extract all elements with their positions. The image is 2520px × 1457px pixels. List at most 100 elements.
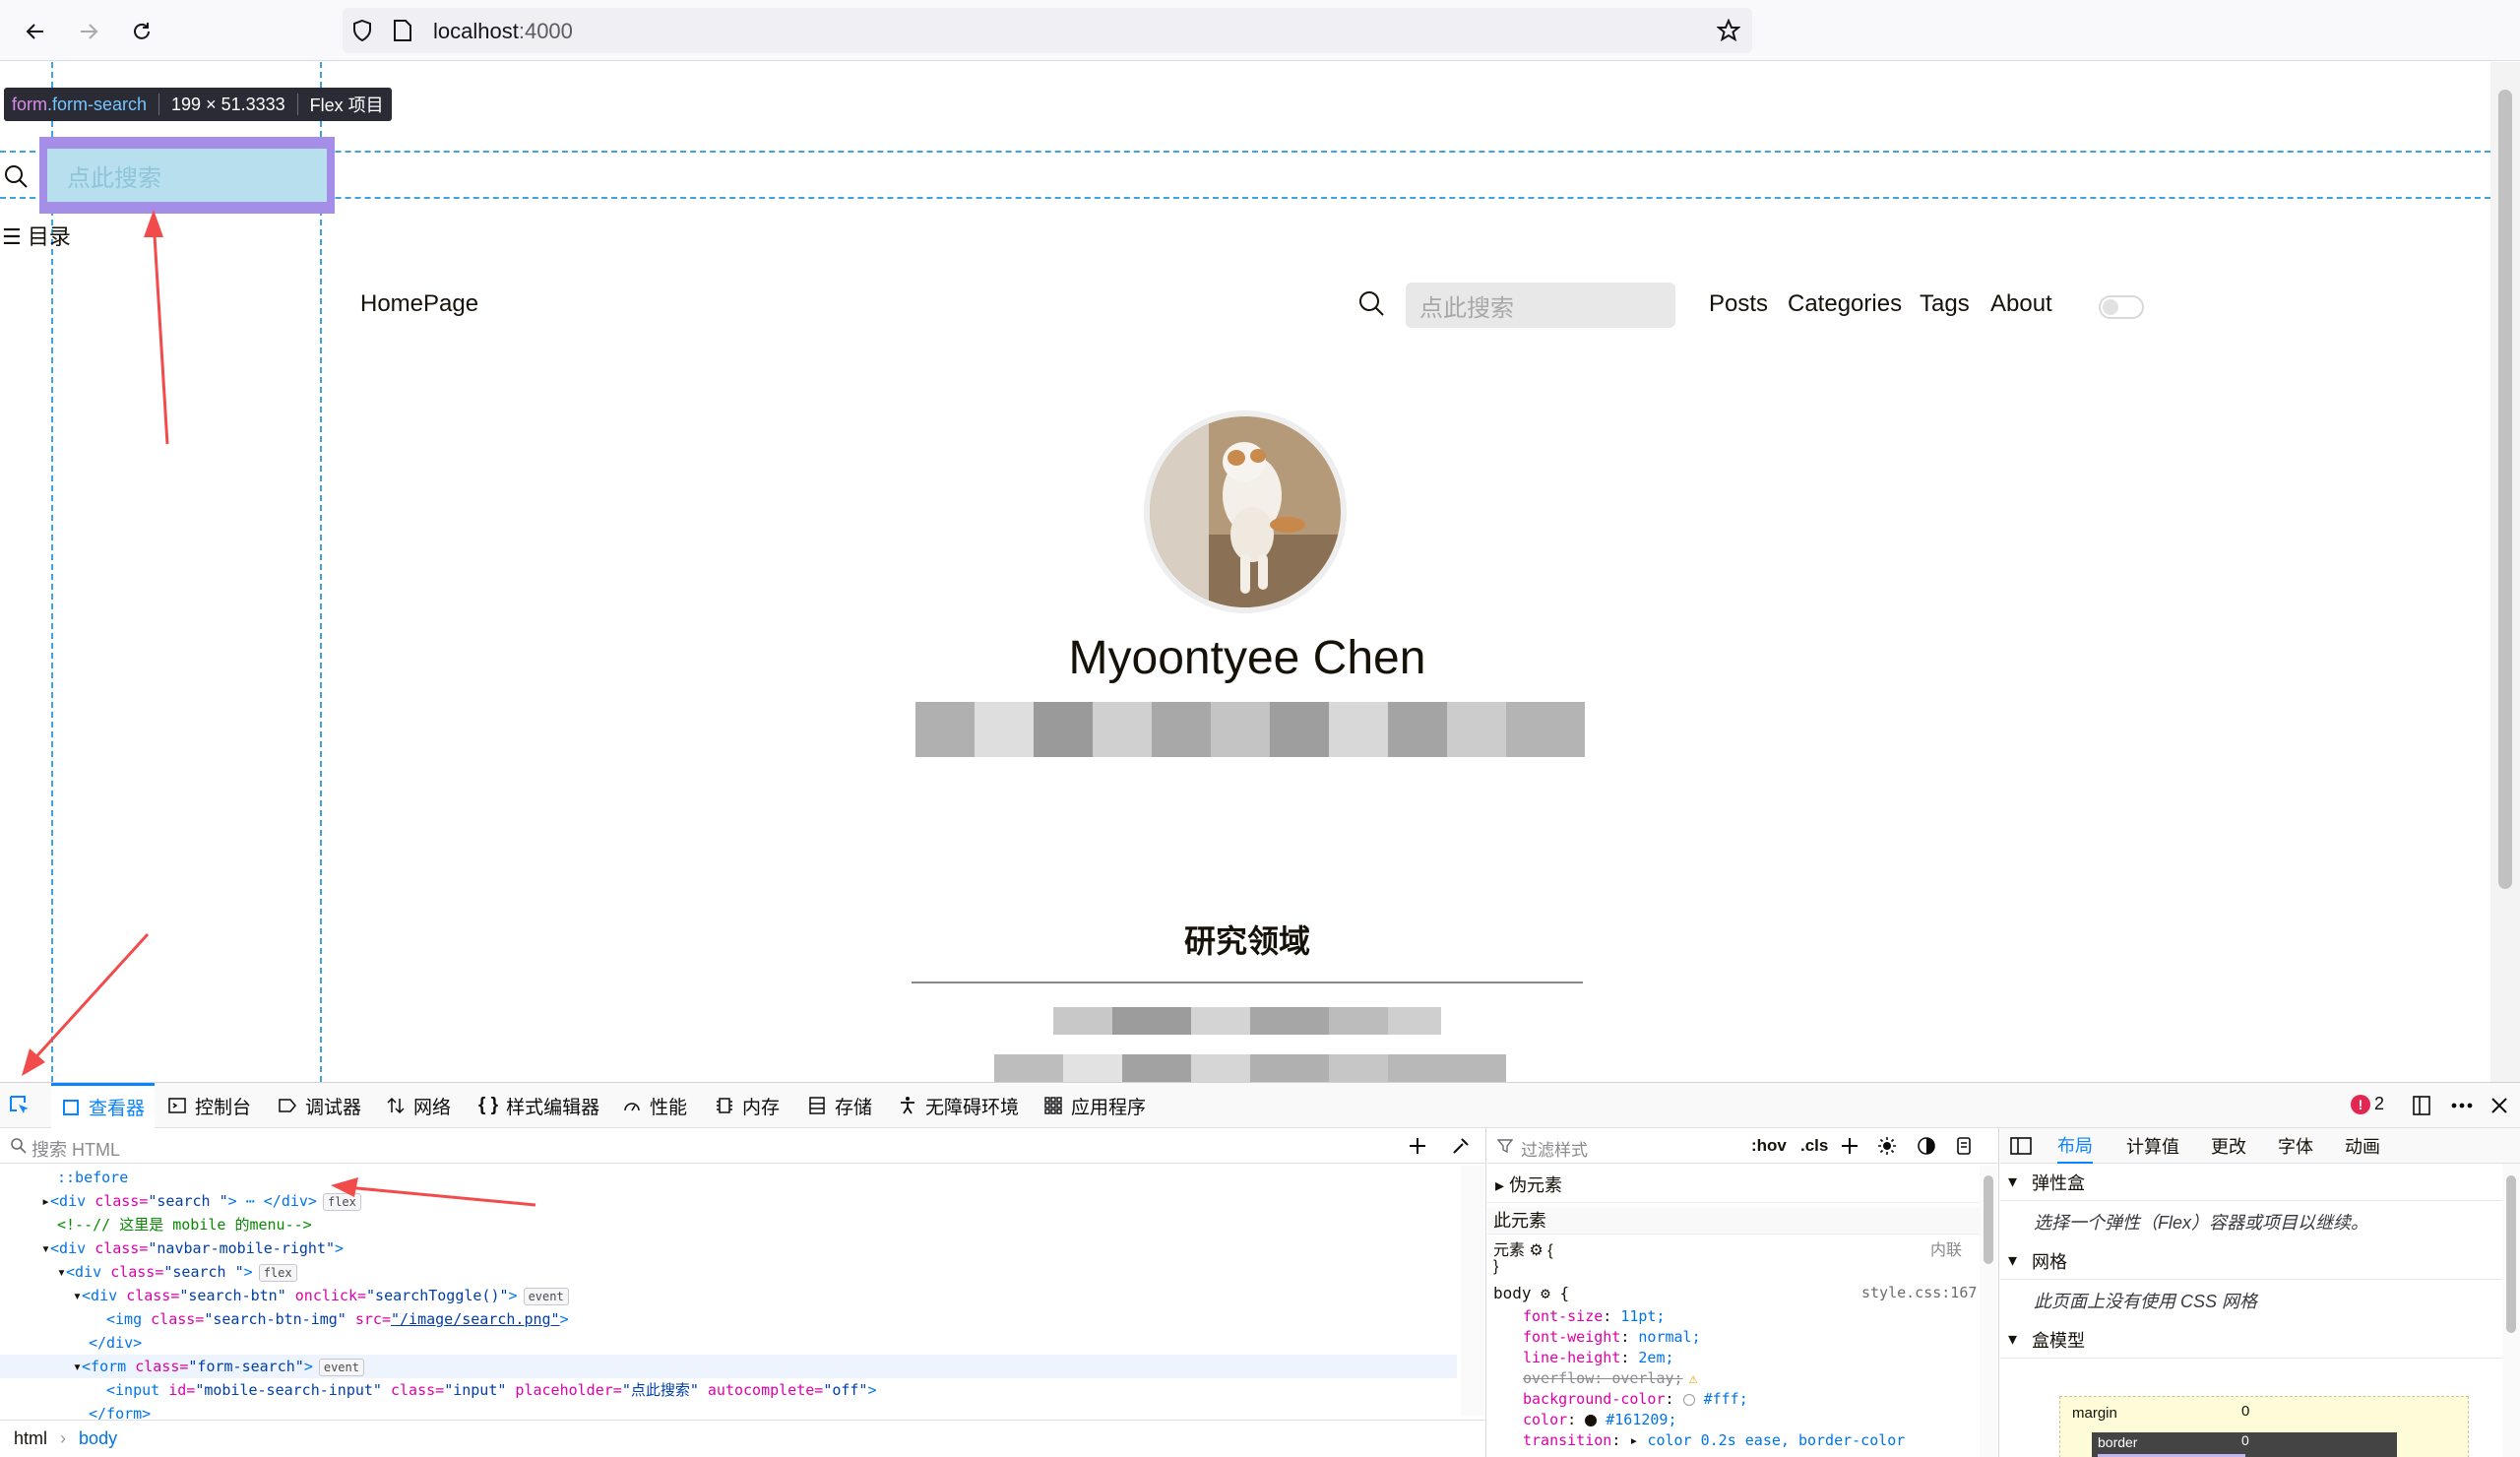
margin-value[interactable]: 0	[2241, 1403, 2249, 1420]
hov-toggle[interactable]: :hov	[1751, 1136, 1787, 1156]
breadcrumb-separator: ›	[60, 1428, 67, 1448]
breadcrumb-item-body[interactable]: body	[79, 1428, 117, 1448]
color-swatch[interactable]	[1585, 1414, 1598, 1426]
flexbox-section-toggle[interactable]: ▾ 弹性盒	[2000, 1164, 2502, 1201]
warning-icon[interactable]: ⚠	[1689, 1369, 1698, 1387]
print-media-icon[interactable]	[1954, 1136, 1974, 1156]
back-button[interactable]	[18, 14, 53, 49]
box-model-diagram: margin 0 border 0	[2059, 1396, 2469, 1457]
css-declaration-invalid[interactable]: overflow: overlay; ⚠	[1523, 1369, 1698, 1387]
breadcrumb-item-html[interactable]: html	[14, 1428, 47, 1448]
tab-label: 存储	[835, 1097, 873, 1118]
color-swatch[interactable]	[1682, 1393, 1695, 1406]
css-declaration[interactable]: font-size: 11pt;	[1523, 1307, 1666, 1325]
devtools-panel: 查看器 控制台 调试器 网络 { } 样式编辑器 性能 内存 存储 无障碍环境 应…	[0, 1082, 2520, 1457]
author-name: Myoontyee Chen	[1068, 632, 1426, 684]
gear-icon[interactable]: ⚙	[1529, 1242, 1543, 1259]
layout-sidebar: 布局 计算值 更改 字体 动画 ▾ 弹性盒 选择一个弹性（Flex）容器或项目以继…	[2000, 1128, 2520, 1457]
margin-label: margin	[2072, 1405, 2117, 1422]
cls-toggle[interactable]: .cls	[1800, 1136, 1828, 1156]
nav-home-link[interactable]: HomePage	[360, 290, 478, 318]
arrow-right-icon	[81, 24, 98, 39]
close-icon[interactable]	[2488, 1095, 2510, 1116]
dock-side-icon[interactable]	[2410, 1094, 2433, 1117]
browser-toolbar: localhost:4000	[0, 0, 2520, 61]
search-input[interactable]: 点此搜索	[1406, 283, 1675, 328]
nav-link-tags[interactable]: Tags	[1920, 290, 1970, 318]
markup-scrollbar[interactable]	[1461, 1166, 1484, 1416]
console-icon	[167, 1096, 187, 1115]
tab-label: 无障碍环境	[925, 1097, 1020, 1118]
this-element-header: 此元素	[1487, 1207, 1980, 1235]
boxmodel-section-toggle[interactable]: ▾ 盒模型	[2000, 1321, 2502, 1359]
tab-animations[interactable]: 动画	[2345, 1128, 2380, 1164]
tab-label: 网络	[413, 1097, 452, 1118]
pseudo-elements-toggle[interactable]: ▸ 伪元素	[1487, 1172, 1980, 1203]
border-value[interactable]: 0	[2241, 1432, 2249, 1448]
rules-filter-input[interactable]: 过滤样式	[1521, 1136, 1588, 1161]
forward-button[interactable]	[71, 14, 106, 49]
more-options-icon[interactable]	[2449, 1094, 2475, 1117]
avatar-photo	[1150, 416, 1341, 607]
grid-section-toggle[interactable]: ▾ 网格	[2000, 1242, 2502, 1280]
devtools-toolbar: 查看器 控制台 调试器 网络 { } 样式编辑器 性能 内存 存储 无障碍环境 应…	[0, 1083, 2520, 1128]
gear-icon[interactable]: ⚙	[1541, 1284, 1550, 1302]
css-declaration[interactable]: transition: ▸ color 0.2s ease, border-co…	[1523, 1431, 1905, 1449]
tab-console[interactable]: 控制台	[167, 1083, 251, 1128]
nav-link-categories[interactable]: Categories	[1788, 290, 1902, 318]
tab-debugger[interactable]: 调试器	[278, 1083, 361, 1128]
error-counter[interactable]: ! 2	[2351, 1094, 2384, 1114]
theme-toggle[interactable]	[2099, 295, 2144, 319]
tab-fonts[interactable]: 字体	[2278, 1128, 2313, 1164]
body-rule[interactable]: body ⚙ {style.css:167	[1487, 1284, 1980, 1302]
layout-scrollbar[interactable]	[2502, 1164, 2520, 1457]
breadcrumb: html › body	[0, 1420, 1486, 1457]
css-declaration[interactable]: color: #161209;	[1523, 1411, 1677, 1428]
tab-accessibility[interactable]: 无障碍环境	[898, 1083, 1019, 1128]
dark-scheme-icon[interactable]	[1917, 1136, 1936, 1156]
redacted-text-line	[994, 1054, 1506, 1082]
css-declaration[interactable]: background-color: #fff;	[1523, 1390, 1748, 1408]
tab-memory[interactable]: 内存	[715, 1083, 780, 1128]
section-title: 研究领域	[1183, 923, 1310, 959]
reload-button[interactable]	[124, 14, 159, 49]
css-declaration[interactable]: line-height: 2em;	[1523, 1349, 1674, 1366]
css-declaration[interactable]: font-weight: normal;	[1523, 1328, 1701, 1346]
page-scrollbar[interactable]	[2490, 62, 2520, 1082]
address-bar[interactable]: localhost:4000	[343, 8, 1752, 53]
tab-application[interactable]: 应用程序	[1043, 1083, 1146, 1128]
tab-layout[interactable]: 布局	[2057, 1128, 2093, 1164]
grid-icon	[1043, 1096, 1063, 1115]
network-icon	[386, 1096, 406, 1115]
expand-arrow-icon[interactable]: ▸	[1629, 1431, 1638, 1449]
tab-label: 内存	[742, 1097, 781, 1118]
tab-performance[interactable]: 性能	[622, 1083, 687, 1128]
redacted-text-line	[1053, 1007, 1441, 1035]
add-rule-icon[interactable]	[1840, 1136, 1859, 1156]
tab-inspector[interactable]: 查看器	[51, 1083, 156, 1128]
search-icon[interactable]	[1356, 288, 1386, 318]
tab-computed[interactable]: 计算值	[2126, 1128, 2179, 1164]
tab-changes[interactable]: 更改	[2211, 1128, 2246, 1164]
section-divider	[912, 982, 1583, 983]
tab-label: 调试器	[305, 1097, 362, 1118]
tab-network[interactable]: 网络	[386, 1083, 451, 1128]
tab-style-editor[interactable]: { } 样式编辑器	[478, 1083, 599, 1128]
tab-storage[interactable]: 存储	[807, 1083, 872, 1128]
element-picker-button[interactable]	[8, 1083, 32, 1128]
body-selector: body	[1493, 1284, 1532, 1302]
bookmark-star-icon[interactable]	[1717, 19, 1740, 42]
toggle-sidebar-icon[interactable]	[2010, 1136, 2032, 1156]
url-text: localhost:4000	[433, 19, 573, 44]
page-scroll-thumb[interactable]	[2498, 90, 2512, 889]
nav-link-posts[interactable]: Posts	[1709, 290, 1768, 318]
stylesheet-link[interactable]: style.css:167	[1861, 1284, 1977, 1301]
nav-link-about[interactable]: About	[1990, 290, 2052, 318]
avatar	[1144, 411, 1347, 613]
expand-arrow-icon: ▸	[1495, 1175, 1505, 1195]
element-rule[interactable]: 元素 ⚙ {内联	[1487, 1236, 1980, 1260]
light-scheme-icon[interactable]	[1877, 1136, 1897, 1156]
memory-icon	[715, 1096, 734, 1115]
tab-label: 查看器	[89, 1099, 146, 1119]
rules-scrollbar[interactable]	[1980, 1166, 1997, 1457]
